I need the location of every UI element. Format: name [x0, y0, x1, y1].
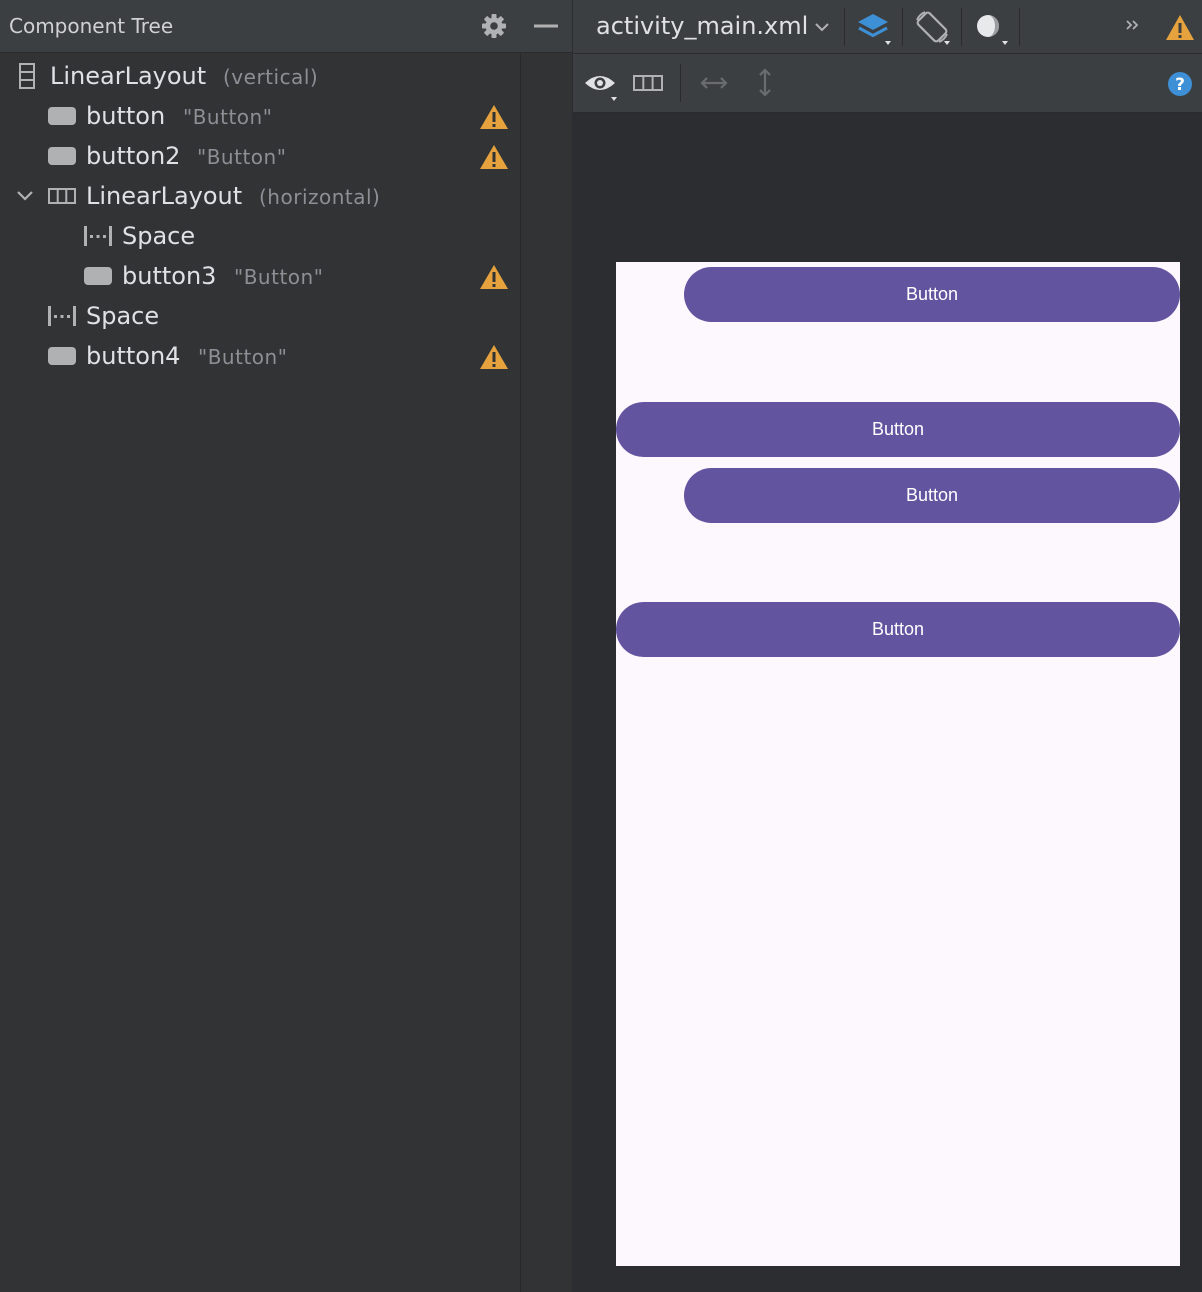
horizontal-resize-icon[interactable]	[694, 62, 734, 102]
warning-icon[interactable]	[479, 144, 509, 170]
toolbar-separator	[1019, 8, 1020, 46]
overflow-icon[interactable]	[1113, 8, 1153, 48]
panel-divider[interactable]	[520, 53, 521, 1292]
tree-node-space[interactable]: Space	[0, 216, 520, 256]
tree-node-name: Space	[86, 302, 160, 330]
button-icon	[47, 142, 77, 170]
preview-button[interactable]: Button	[684, 267, 1180, 322]
vertical-layout-icon	[13, 62, 43, 90]
file-tab-activity-main[interactable]: activity_main.xml	[573, 0, 841, 53]
toolbar-separator	[902, 8, 903, 46]
tree-node-space[interactable]: Space	[0, 296, 520, 336]
component-tree-panel: Component Tree LinearLayout (vertical) b…	[0, 0, 572, 1292]
layout-editor: activity_main.xml ? Button Button Button…	[573, 0, 1202, 1292]
warning-icon[interactable]	[479, 344, 509, 370]
tree-node-button4[interactable]: button4 "Button"	[0, 336, 520, 376]
preview-button3[interactable]: Button	[684, 468, 1180, 523]
editor-tab-bar: activity_main.xml	[573, 0, 1202, 54]
tree-node-button2[interactable]: button2 "Button"	[0, 136, 520, 176]
help-icon[interactable]: ?	[1160, 62, 1200, 102]
tree-node-name: LinearLayout	[50, 62, 207, 90]
space-icon	[47, 302, 77, 330]
tree-node-button[interactable]: button "Button"	[0, 96, 520, 136]
tree-node-linearlayout-vertical[interactable]: LinearLayout (vertical)	[0, 56, 520, 96]
warning-icon[interactable]	[479, 264, 509, 290]
tree-node-detail: "Button"	[198, 345, 288, 369]
tree-node-button3[interactable]: button3 "Button"	[0, 256, 520, 296]
file-tab-label: activity_main.xml	[596, 12, 809, 40]
toolbar-separator	[680, 64, 681, 102]
tree-node-name: button3	[122, 262, 217, 290]
button-icon	[47, 342, 77, 370]
component-tree-header: Component Tree	[0, 0, 572, 53]
tree-node-detail: "Button"	[197, 145, 287, 169]
tree-node-name: button2	[86, 142, 181, 170]
design-toolbar: ?	[573, 54, 1202, 113]
device-preview[interactable]: Button Button Button Button	[616, 262, 1180, 1266]
warning-icon[interactable]	[479, 104, 509, 130]
tree-node-name: button	[86, 102, 166, 130]
preview-button2[interactable]: Button	[616, 402, 1180, 457]
component-tree-title: Component Tree	[9, 14, 174, 38]
horizontal-layout-icon	[47, 182, 77, 210]
button-icon	[83, 262, 113, 290]
minimize-icon[interactable]	[532, 12, 560, 40]
gear-icon[interactable]	[480, 12, 508, 40]
tree-node-name: LinearLayout	[86, 182, 243, 210]
svg-text:?: ?	[1175, 75, 1185, 95]
button-icon	[47, 102, 77, 130]
chevron-down-icon[interactable]	[813, 18, 831, 36]
orientation-icon[interactable]	[912, 8, 952, 48]
theme-night-icon[interactable]	[970, 8, 1010, 48]
tree-node-name: Space	[122, 222, 196, 250]
eye-icon[interactable]	[581, 62, 621, 102]
vertical-resize-icon[interactable]	[745, 62, 785, 102]
tree-node-name: button4	[86, 342, 181, 370]
blueprint-icon[interactable]	[628, 62, 668, 102]
tree-node-detail: (vertical)	[223, 65, 319, 89]
warning-icon[interactable]	[1160, 8, 1200, 48]
toolbar-separator	[961, 8, 962, 46]
design-canvas[interactable]: Button Button Button Button	[573, 113, 1202, 1292]
tree-node-detail: "Button"	[183, 105, 273, 129]
toolbar-separator	[844, 8, 845, 46]
layers-icon[interactable]	[853, 8, 893, 48]
space-icon	[83, 222, 113, 250]
tree-node-linearlayout-horizontal[interactable]: LinearLayout (horizontal)	[0, 176, 520, 216]
chevron-down-icon[interactable]	[15, 186, 35, 206]
tree-node-detail: (horizontal)	[259, 185, 381, 209]
tree-node-detail: "Button"	[234, 265, 324, 289]
preview-button4[interactable]: Button	[616, 602, 1180, 657]
